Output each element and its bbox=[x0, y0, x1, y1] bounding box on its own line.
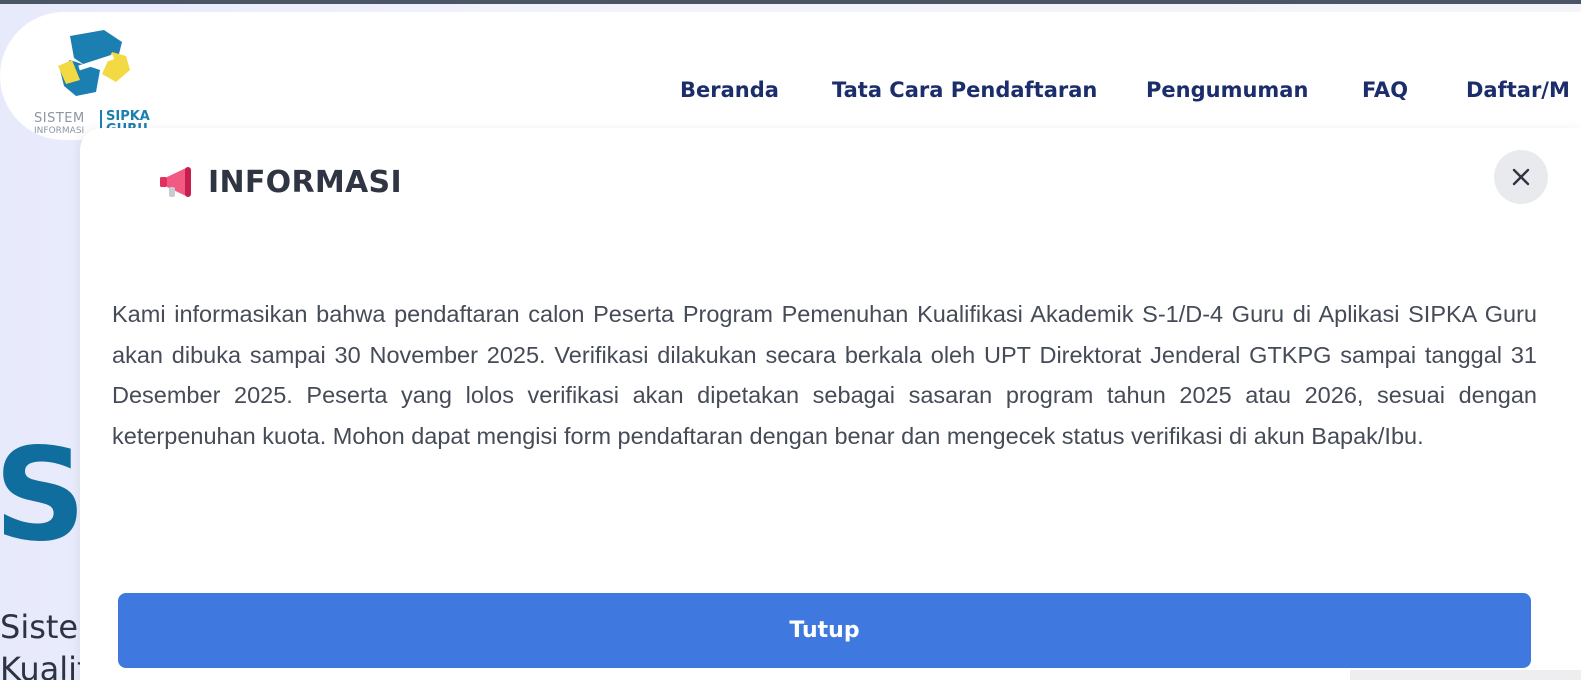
close-icon bbox=[1512, 168, 1530, 186]
scrollbar-corner bbox=[1350, 670, 1581, 680]
nav-item-tata-cara-pendaftaran[interactable]: Tata Cara Pendaftaran bbox=[832, 78, 1097, 102]
nav-item-faq[interactable]: FAQ bbox=[1362, 78, 1408, 102]
modal-title: INFORMASI bbox=[208, 164, 402, 200]
nav-item-pengumuman[interactable]: Pengumuman bbox=[1146, 78, 1308, 102]
tutup-button[interactable]: Tutup bbox=[118, 593, 1531, 668]
info-modal: INFORMASI Kami informasikan bahwa pendaf… bbox=[80, 128, 1581, 680]
logo-text-sistem: SISTEM bbox=[34, 111, 85, 126]
logo-text-informasi: INFORMASI bbox=[34, 126, 85, 136]
nav-item-daftar-masuk[interactable]: Daftar/M bbox=[1466, 78, 1570, 102]
hero-subtitle: Sister Kualif bbox=[0, 606, 90, 680]
modal-header: INFORMASI bbox=[158, 162, 402, 202]
hero-subtitle-line2: Kualif bbox=[0, 650, 89, 680]
nav-item-beranda[interactable]: Beranda bbox=[680, 78, 779, 102]
hero-title: S bbox=[0, 421, 87, 570]
sipka-guru-logo-icon bbox=[58, 30, 130, 96]
hero-subtitle-line1: Sister bbox=[0, 608, 90, 646]
close-button[interactable] bbox=[1494, 150, 1548, 204]
modal-body-text: Kami informasikan bahwa pendaftaran calo… bbox=[112, 301, 1537, 449]
site-logo[interactable]: SISTEM INFORMASI SIPKA GURU bbox=[32, 30, 156, 140]
logo-text-left: SISTEM INFORMASI bbox=[34, 112, 85, 136]
site-header: SISTEM INFORMASI SIPKA GURU Beranda Tata… bbox=[0, 12, 1581, 140]
megaphone-icon bbox=[160, 167, 191, 197]
